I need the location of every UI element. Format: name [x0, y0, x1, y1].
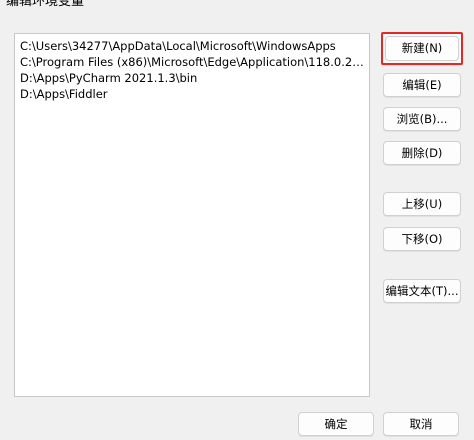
new-button-label[interactable]: 新建(N)	[385, 36, 459, 61]
edit-env-variable-dialog: 编辑环境变量 C:\Users\34277\AppData\Local\Micr…	[0, 0, 474, 440]
path-item[interactable]: C:\Users\34277\AppData\Local\Microsoft\W…	[20, 38, 368, 54]
move-down-button[interactable]: 下移(O)	[383, 227, 461, 251]
path-item[interactable]: D:\Apps\Fiddler	[20, 86, 368, 102]
path-list[interactable]: C:\Users\34277\AppData\Local\Microsoft\W…	[14, 33, 370, 397]
ok-button[interactable]: 确定	[298, 412, 374, 436]
path-item[interactable]: C:\Program Files (x86)\Microsoft\Edge\Ap…	[20, 54, 368, 70]
move-up-button[interactable]: 上移(U)	[383, 192, 461, 216]
cancel-button[interactable]: 取消	[383, 412, 459, 436]
edit-button[interactable]: 编辑(E)	[383, 73, 461, 97]
path-item[interactable]: D:\Apps\PyCharm 2021.1.3\bin	[20, 70, 368, 86]
edit-text-button[interactable]: 编辑文本(T)...	[383, 279, 461, 303]
browse-button[interactable]: 浏览(B)...	[383, 107, 461, 131]
new-button[interactable]: 新建(N)	[381, 32, 463, 65]
window-title: 编辑环境变量	[6, 0, 85, 9]
title-bar: 编辑环境变量	[0, 0, 474, 14]
delete-button[interactable]: 删除(D)	[383, 141, 461, 165]
